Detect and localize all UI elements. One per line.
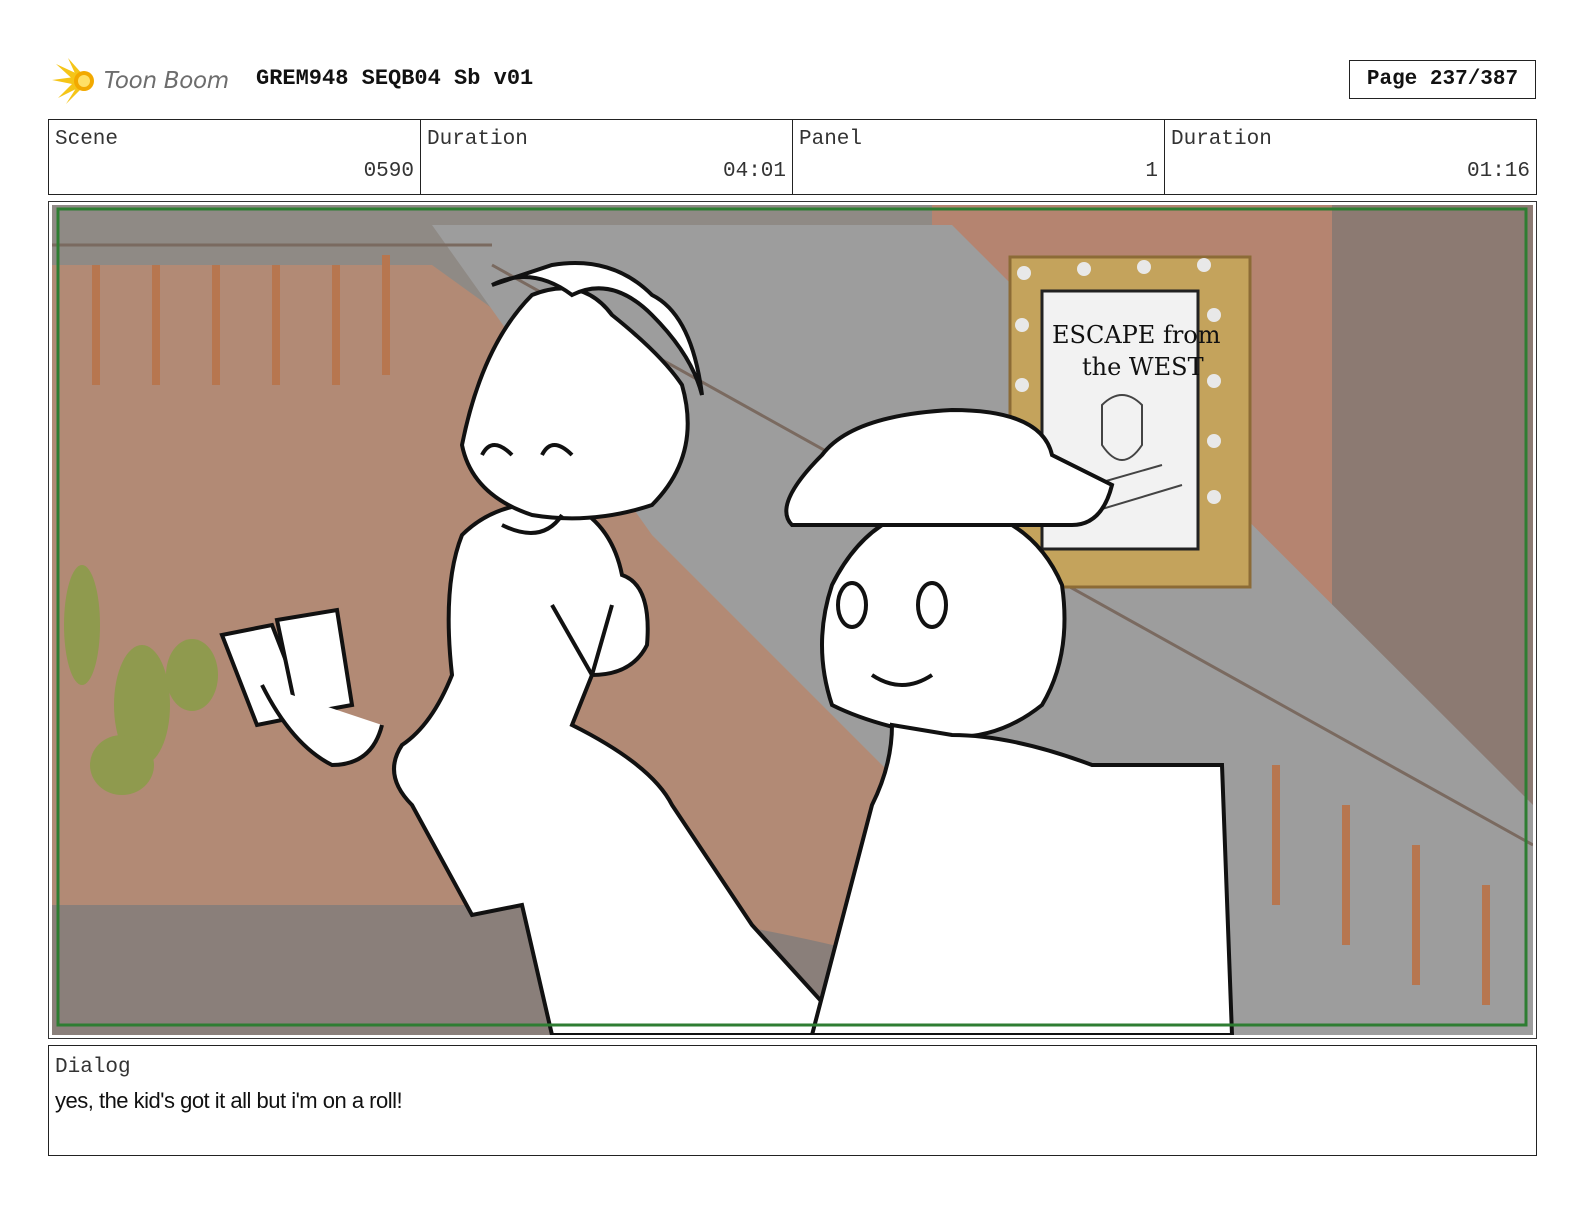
logo-text: Toon Boom <box>104 68 229 94</box>
scene-info-row: Scene 0590 Duration 04:01 Panel 1 Durati… <box>48 119 1537 195</box>
panel-duration-value: 01:16 <box>1466 160 1530 183</box>
panel-cell: Panel 1 <box>793 120 1165 194</box>
document-title: GREM948 SEQB04 Sb v01 <box>256 66 534 91</box>
dialog-box: Dialog yes, the kid's got it all but i'm… <box>48 1045 1537 1156</box>
scene-duration-cell: Duration 04:01 <box>421 120 793 194</box>
storyboard-panel: ESCAPE from the WEST <box>48 201 1537 1039</box>
starburst-icon <box>52 58 94 104</box>
dialog-label: Dialog <box>55 1056 131 1079</box>
panel-value: 1 <box>1145 160 1158 183</box>
panel-label: Panel <box>799 128 863 151</box>
scene-duration-label: Duration <box>427 128 528 151</box>
scene-duration-value: 04:01 <box>722 160 786 183</box>
scene-label: Scene <box>55 128 119 151</box>
panel-artwork: ESCAPE from the WEST <box>52 205 1533 1035</box>
page-number: Page 237/387 <box>1349 60 1536 99</box>
panel-duration-cell: Duration 01:16 <box>1165 120 1536 194</box>
panel-duration-label: Duration <box>1171 128 1272 151</box>
poster-title-line2: the WEST <box>1082 353 1204 381</box>
toon-boom-logo: Toon Boom <box>52 56 229 106</box>
dialog-text: yes, the kid's got it all but i'm on a r… <box>55 1088 403 1113</box>
scene-cell: Scene 0590 <box>49 120 421 194</box>
poster-title-line1: ESCAPE from <box>1052 321 1221 349</box>
scene-value: 0590 <box>363 160 414 183</box>
